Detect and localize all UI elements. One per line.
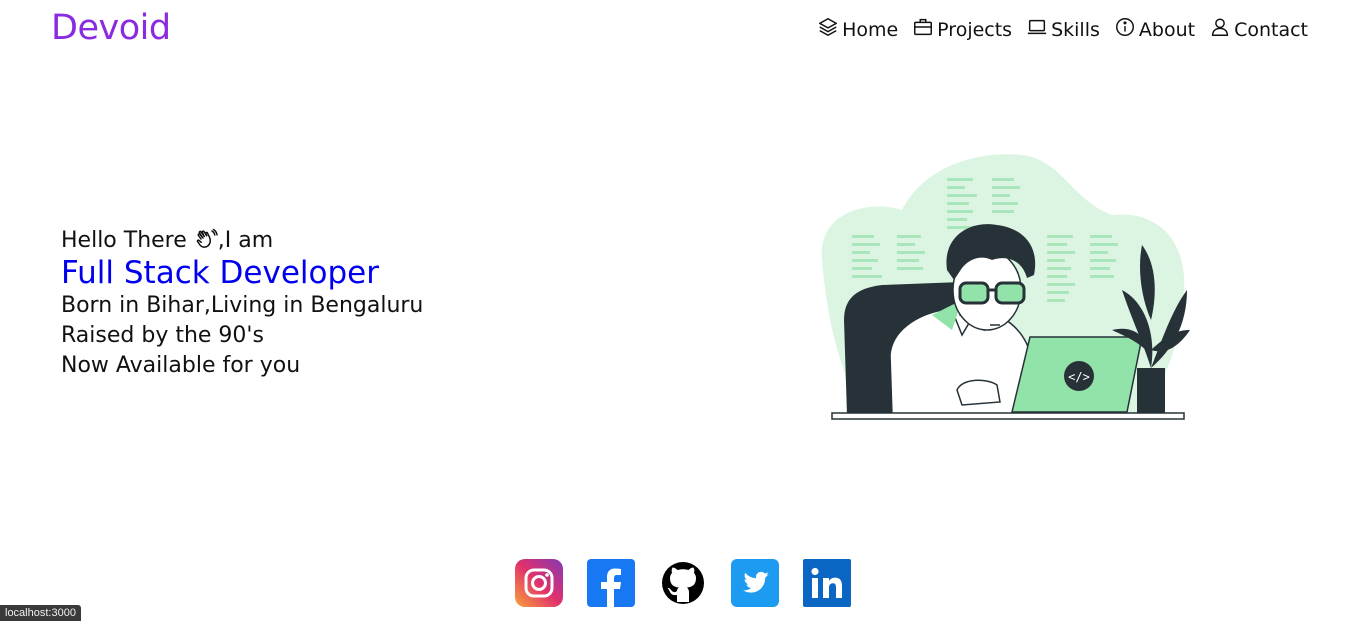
raised-line: Raised by the 90's xyxy=(61,323,264,348)
instagram-icon[interactable] xyxy=(515,559,563,607)
desk xyxy=(831,412,1185,420)
nav-contact-label: Contact xyxy=(1234,18,1308,41)
role-title: Full Stack Developer xyxy=(61,255,379,291)
nav-home-label: Home xyxy=(842,18,899,41)
svg-text:</>: </> xyxy=(1068,370,1090,384)
nav-about-label: About xyxy=(1138,18,1196,41)
waving-hand-icon xyxy=(194,227,218,251)
stack-icon xyxy=(817,16,839,43)
nav-skills-label: Skills xyxy=(1051,18,1100,41)
browser-status-url: localhost:3000 xyxy=(0,605,81,621)
github-icon[interactable] xyxy=(659,559,707,607)
availability-line: Now Available for you xyxy=(61,353,301,378)
laptop-icon xyxy=(1026,16,1048,43)
main-nav: Home Projects Skills About Contact xyxy=(817,16,1308,43)
nav-projects-label: Projects xyxy=(937,18,1013,41)
page: Devoid Home Projects Skills About Contac… xyxy=(0,0,1352,621)
brand-logo[interactable]: Devoid xyxy=(51,8,171,48)
hero-intro: Hello There ,I am Full Stack Developer B… xyxy=(61,226,423,381)
twitter-icon[interactable] xyxy=(731,559,779,607)
greeting-suffix: ,I am xyxy=(217,228,274,253)
nav-home[interactable]: Home xyxy=(817,16,898,43)
origin-line: Born in Bihar,Living in Bengaluru xyxy=(61,293,424,318)
briefcase-icon xyxy=(912,16,934,43)
greeting-text: Hello There xyxy=(61,228,194,253)
nav-contact[interactable]: Contact xyxy=(1209,16,1308,43)
person-icon xyxy=(1209,16,1231,43)
facebook-icon[interactable] xyxy=(587,559,635,607)
nav-about[interactable]: About xyxy=(1114,16,1195,43)
info-icon xyxy=(1114,16,1136,43)
greeting-line: Hello There ,I am xyxy=(61,226,423,256)
plant-pot xyxy=(1137,368,1165,415)
nav-projects[interactable]: Projects xyxy=(912,16,1012,43)
social-links xyxy=(515,559,851,607)
nav-skills[interactable]: Skills xyxy=(1026,16,1100,43)
developer-illustration: </> xyxy=(812,150,1192,425)
linkedin-icon[interactable] xyxy=(803,559,851,607)
